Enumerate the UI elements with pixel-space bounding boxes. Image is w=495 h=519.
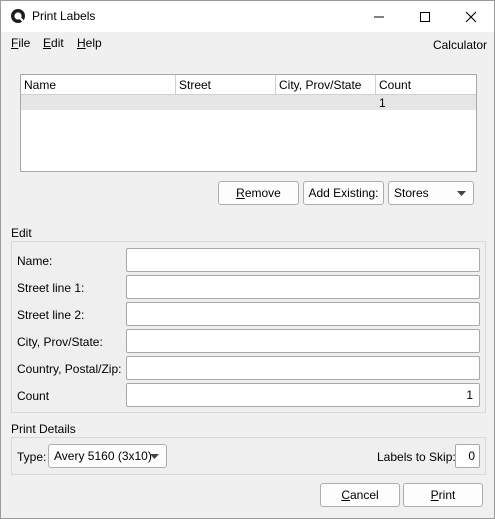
cancel-button[interactable]: Cancel bbox=[320, 483, 400, 507]
print-labels-window: Print Labels File Edit Help Calculator N… bbox=[0, 0, 495, 519]
column-header-count[interactable]: Count bbox=[376, 75, 476, 94]
title-bar: Print Labels bbox=[1, 1, 494, 32]
chevron-down-icon bbox=[457, 191, 466, 196]
minimize-button[interactable] bbox=[356, 1, 402, 32]
table-header: Name Street City, Prov/State Count bbox=[21, 75, 476, 95]
calculator-link[interactable]: Calculator bbox=[433, 38, 487, 52]
street-line-1-label: Street line 1: bbox=[17, 281, 85, 295]
close-icon bbox=[465, 11, 477, 22]
cell-count: 1 bbox=[379, 96, 386, 110]
maximize-button[interactable] bbox=[402, 1, 448, 32]
chevron-down-icon bbox=[150, 454, 159, 459]
menu-edit[interactable]: Edit bbox=[43, 36, 64, 50]
print-button[interactable]: Print bbox=[403, 483, 483, 507]
add-existing-button[interactable]: Add Existing: bbox=[303, 181, 384, 205]
street-line-2-label: Street line 2: bbox=[17, 308, 85, 322]
count-label: Count bbox=[17, 389, 50, 403]
source-select[interactable]: Stores bbox=[388, 181, 474, 205]
type-label: Type: bbox=[17, 450, 47, 464]
print-details-title: Print Details bbox=[11, 422, 76, 436]
app-logo-icon bbox=[11, 9, 25, 23]
name-field[interactable] bbox=[126, 248, 480, 272]
minimize-icon bbox=[374, 16, 384, 17]
street-line-2-field[interactable] bbox=[126, 302, 480, 326]
window-title: Print Labels bbox=[32, 9, 96, 23]
label-type-value: Avery 5160 (3x10) bbox=[54, 449, 152, 463]
count-field[interactable] bbox=[126, 383, 480, 407]
address-table[interactable]: Name Street City, Prov/State Count 1 bbox=[20, 74, 477, 172]
country-postal-field[interactable] bbox=[126, 356, 480, 380]
table-row[interactable]: 1 bbox=[21, 95, 476, 110]
name-label: Name: bbox=[17, 254, 53, 268]
maximize-icon bbox=[420, 11, 430, 22]
city-label: City, Prov/State: bbox=[17, 335, 103, 349]
edit-section-title: Edit bbox=[11, 226, 32, 240]
menu-help[interactable]: Help bbox=[77, 36, 102, 50]
column-header-name[interactable]: Name bbox=[21, 75, 176, 94]
street-line-1-field[interactable] bbox=[126, 275, 480, 299]
menu-file[interactable]: File bbox=[11, 36, 30, 50]
close-button[interactable] bbox=[448, 1, 494, 32]
city-field[interactable] bbox=[126, 329, 480, 353]
country-label: Country, Postal/Zip: bbox=[17, 362, 122, 376]
source-select-value: Stores bbox=[394, 186, 429, 200]
label-type-select[interactable]: Avery 5160 (3x10) bbox=[48, 444, 167, 468]
column-header-street[interactable]: Street bbox=[176, 75, 276, 94]
labels-to-skip-label: Labels to Skip: bbox=[377, 450, 456, 464]
column-header-city[interactable]: City, Prov/State bbox=[276, 75, 376, 94]
labels-to-skip-field[interactable] bbox=[455, 444, 480, 468]
menu-bar: File Edit Help Calculator bbox=[1, 32, 494, 54]
remove-button[interactable]: Remove bbox=[218, 181, 299, 205]
